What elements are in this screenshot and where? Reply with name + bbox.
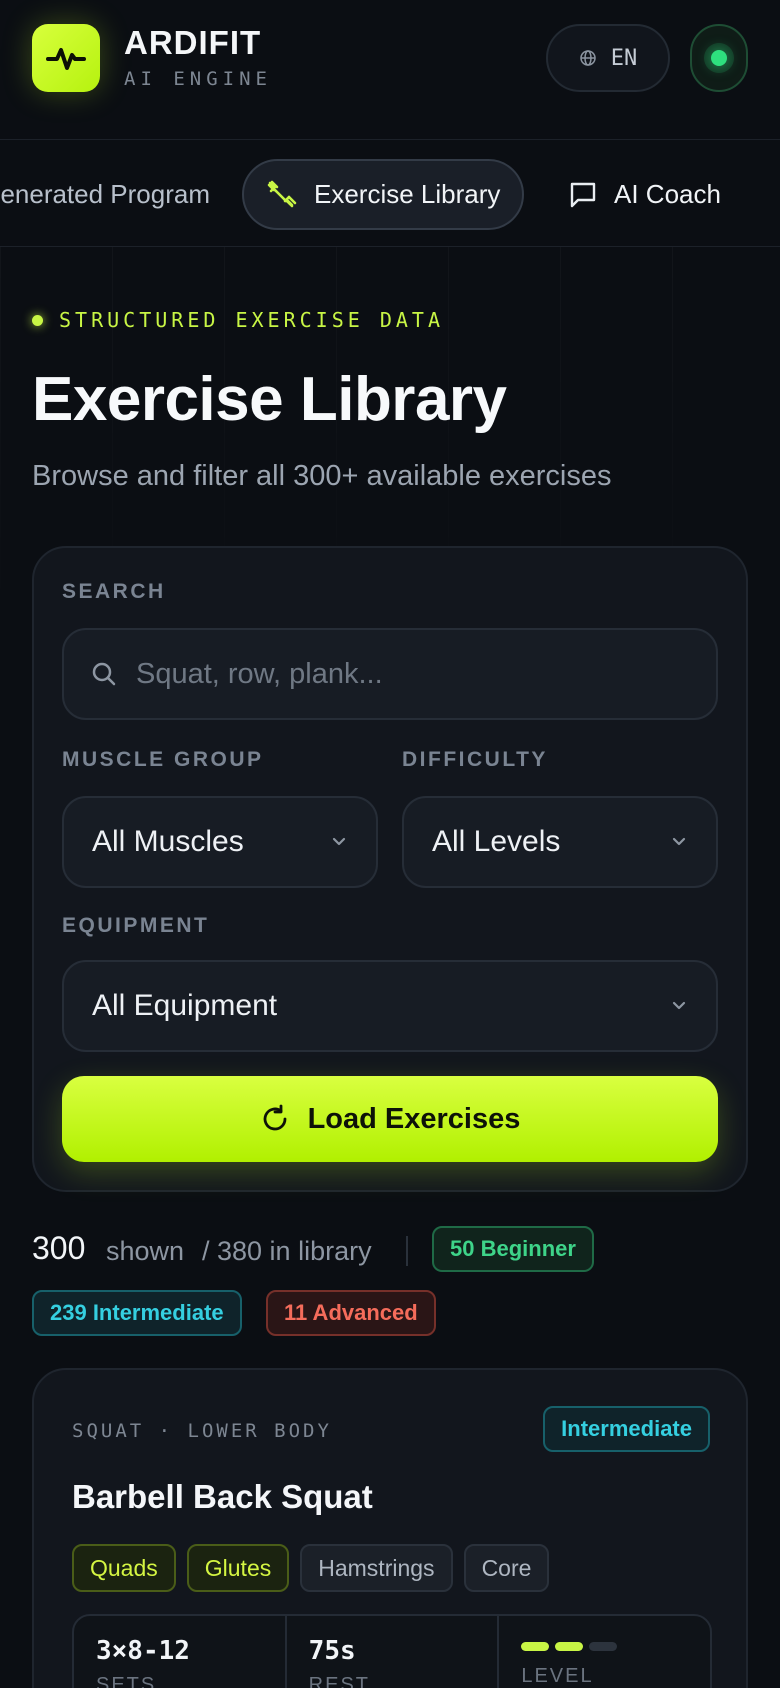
- exercise-title: Barbell Back Squat: [72, 1478, 373, 1515]
- library-total: / 380 in library: [202, 1236, 372, 1266]
- page-title: Exercise Library: [32, 365, 507, 434]
- level-label: LEVEL: [521, 1665, 594, 1687]
- eyebrow-dot-icon: [32, 314, 43, 326]
- sets-value: 3×8-12: [96, 1636, 190, 1666]
- section-eyebrow: STRUCTURED EXERCISE DATA: [32, 308, 444, 332]
- metric-level: LEVEL: [499, 1616, 710, 1688]
- globe-icon: [580, 50, 596, 66]
- equipment-select[interactable]: All Equipment: [62, 960, 718, 1052]
- muscle-group-value: All Muscles: [92, 825, 244, 858]
- exercise-metrics: 3×8-12 SETS 75s REST LEVEL: [72, 1614, 712, 1688]
- search-field[interactable]: [62, 628, 718, 720]
- difficulty-badge: Intermediate: [543, 1406, 710, 1452]
- tab-label: Exercise Library: [314, 179, 501, 209]
- rest-value: 75s: [308, 1636, 356, 1666]
- pulse-icon: [46, 48, 86, 70]
- stats-divider: [406, 1236, 408, 1266]
- muscle-tag-primary: Glutes: [186, 1544, 290, 1592]
- language-label: EN: [610, 45, 638, 71]
- tab-generated-program[interactable]: enerated Program: [0, 159, 210, 230]
- muscle-tag-secondary: Hamstrings: [300, 1544, 453, 1592]
- metric-rest: 75s REST: [287, 1616, 500, 1688]
- eyebrow-label: STRUCTURED EXERCISE DATA: [59, 308, 444, 332]
- chat-bubble-icon: [570, 182, 596, 207]
- tab-label: AI Coach: [614, 179, 721, 209]
- muscle-tag-primary: Quads: [72, 1544, 176, 1592]
- brand-name: ARDIFIT: [124, 24, 262, 61]
- exercise-category: SQUAT · LOWER BODY: [72, 1420, 332, 1442]
- app-header: ARDIFIT AI ENGINE EN: [0, 0, 780, 140]
- load-exercises-label: Load Exercises: [307, 1102, 521, 1135]
- tab-ai-coach[interactable]: AI Coach: [568, 159, 721, 230]
- shown-label: shown: [106, 1236, 185, 1266]
- muscle-group-select[interactable]: All Muscles: [62, 796, 378, 888]
- filter-panel: SEARCH MUSCLE GROUP All Muscles DIFFICUL…: [32, 546, 748, 1192]
- language-button[interactable]: EN: [546, 24, 670, 92]
- equipment-label: EQUIPMENT: [62, 914, 210, 937]
- beginner-count-badge: 50 Beginner: [432, 1226, 594, 1272]
- difficulty-select[interactable]: All Levels: [402, 796, 718, 888]
- exercise-card[interactable]: SQUAT · LOWER BODY Intermediate Barbell …: [32, 1368, 748, 1688]
- chevron-down-icon: [672, 837, 686, 846]
- level-bar: [555, 1642, 584, 1651]
- status-dot-icon: [711, 50, 727, 66]
- muscle-group-label: MUSCLE GROUP: [62, 748, 264, 771]
- dumbbell-icon: [267, 180, 297, 207]
- status-indicator[interactable]: [690, 24, 748, 92]
- level-bar: [521, 1642, 550, 1651]
- rest-label: REST: [308, 1674, 371, 1688]
- difficulty-value: All Levels: [432, 825, 561, 858]
- muscle-tags: Quads Glutes Hamstrings Core: [72, 1544, 550, 1592]
- metric-sets: 3×8-12 SETS: [74, 1616, 287, 1688]
- search-icon: [92, 662, 116, 686]
- search-label: SEARCH: [62, 580, 166, 603]
- load-exercises-button[interactable]: Load Exercises: [62, 1076, 718, 1162]
- difficulty-label: DIFFICULTY: [402, 748, 548, 771]
- sets-label: SETS: [96, 1674, 157, 1688]
- chevron-down-icon: [332, 837, 346, 846]
- level-bar: [589, 1642, 618, 1651]
- shown-count: 300: [32, 1230, 86, 1266]
- brand-subtitle: AI ENGINE: [124, 68, 272, 90]
- chevron-down-icon: [672, 1001, 686, 1010]
- tab-label: enerated Program: [0, 179, 210, 209]
- equipment-value: All Equipment: [92, 989, 278, 1022]
- search-input[interactable]: [136, 657, 690, 691]
- intermediate-count-badge: 239 Intermediate: [32, 1290, 242, 1336]
- muscle-tag-secondary: Core: [463, 1544, 550, 1592]
- tab-exercise-library[interactable]: Exercise Library: [242, 159, 525, 230]
- refresh-icon: [263, 1104, 286, 1131]
- level-meter: [521, 1642, 688, 1651]
- nav-tabs: enerated Program Exercise Library AI Coa…: [0, 141, 780, 247]
- page-subtitle: Browse and filter all 300+ available exe…: [32, 460, 612, 492]
- advanced-count-badge: 11 Advanced: [266, 1290, 436, 1336]
- logo[interactable]: [32, 24, 100, 92]
